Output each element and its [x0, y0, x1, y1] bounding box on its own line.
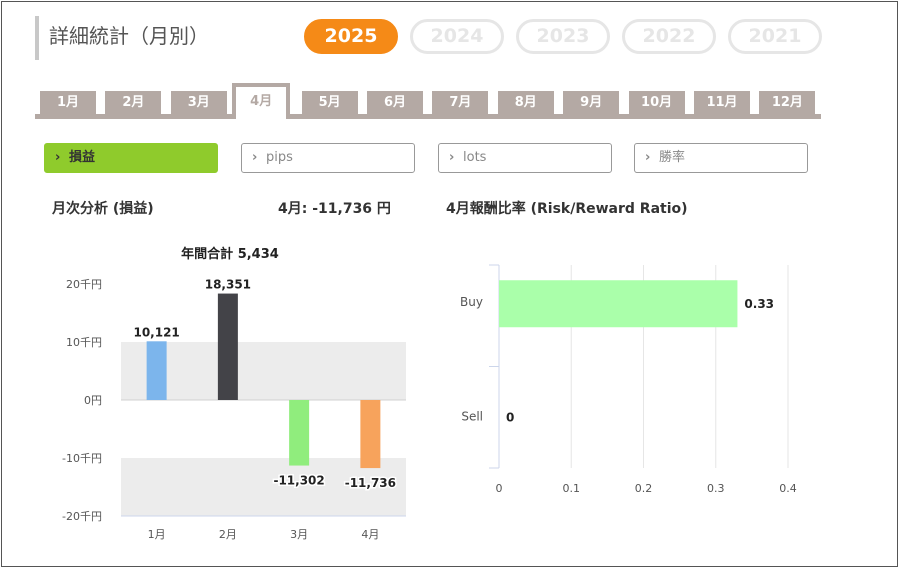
page-frame: 詳細統計（月別） 月次分析 (損益) 4月: -11,736 円 4月報酬比率 … — [1, 1, 898, 567]
month-tab-6[interactable]: 6月 — [367, 91, 423, 115]
year-button-2022[interactable]: 2022 — [622, 19, 716, 54]
chevron-right-icon: › — [252, 150, 258, 165]
month-tab-1[interactable]: 1月 — [40, 91, 96, 115]
x-tick-label: 0.3 — [707, 482, 725, 495]
chevron-right-icon: › — [645, 150, 651, 165]
year-button-2025[interactable]: 2025 — [304, 19, 398, 54]
x-tick-label: 0 — [496, 482, 503, 495]
metric-button-3[interactable]: › lots — [438, 143, 612, 173]
y-tick-label: Sell — [461, 409, 483, 423]
metric-button-label: pips — [266, 150, 293, 165]
y-tick-label: Buy — [460, 295, 483, 309]
year-button-2024[interactable]: 2024 — [410, 19, 504, 54]
data-label: 0.33 — [744, 297, 774, 311]
metric-button-label: 損益 — [69, 150, 96, 165]
chevron-right-icon: › — [449, 150, 455, 165]
month-tab-3[interactable]: 3月 — [170, 91, 227, 115]
chevron-right-icon: › — [55, 150, 61, 165]
month-tab-10[interactable]: 10月 — [628, 91, 685, 115]
month-tab-8[interactable]: 8月 — [497, 91, 554, 115]
metric-button-label: 勝率 — [659, 150, 686, 165]
metric-button-1[interactable]: › 損益 — [44, 143, 218, 173]
month-tab-2[interactable]: 2月 — [105, 91, 162, 115]
metric-button-label: lots — [463, 150, 487, 165]
x-tick-label: 0.4 — [779, 482, 797, 495]
month-tab-9[interactable]: 9月 — [563, 91, 620, 115]
month-tab-5[interactable]: 5月 — [301, 91, 358, 115]
x-tick-label: 0.1 — [563, 482, 581, 495]
year-button-2021[interactable]: 2021 — [728, 19, 822, 54]
month-tab-4[interactable]: 4月 — [232, 83, 291, 119]
x-tick-label: 0.2 — [635, 482, 653, 495]
data-label: 0 — [506, 410, 514, 424]
month-tab-12[interactable]: 12月 — [759, 91, 816, 115]
year-button-2023[interactable]: 2023 — [516, 19, 610, 54]
month-tab-7[interactable]: 7月 — [432, 91, 489, 115]
bar-buy — [499, 280, 738, 328]
month-tab-11[interactable]: 11月 — [694, 91, 750, 115]
metric-button-4[interactable]: › 勝率 — [634, 143, 808, 173]
risk-reward-chart: 0 0.1 0.2 0.3 0.4 0.33 Buy 0 Sell — [460, 264, 797, 495]
metric-button-2[interactable]: › pips — [241, 143, 415, 173]
